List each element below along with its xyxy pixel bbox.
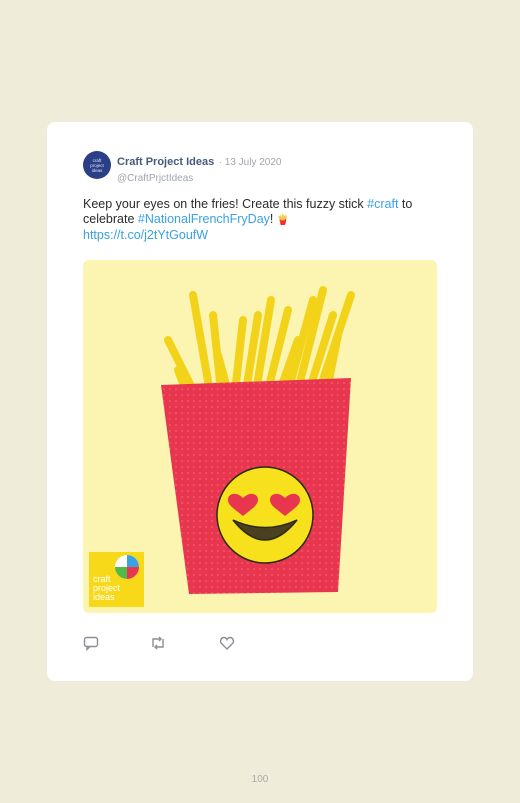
page-number: 100	[251, 774, 269, 785]
avatar[interactable]: craft project ideas	[83, 151, 111, 179]
hashtag-craft[interactable]: #craft	[367, 197, 398, 211]
heart-icon[interactable]	[219, 635, 235, 656]
author-name[interactable]: Craft Project Ideas	[117, 156, 214, 168]
watermark-logo: craft project ideas	[89, 552, 144, 607]
tweet-text: Keep your eyes on the fries! Create this…	[83, 197, 443, 243]
retweet-icon[interactable]	[149, 635, 167, 656]
author-handle[interactable]: @CraftPrjctIdeas	[117, 173, 281, 184]
reply-icon[interactable]	[83, 635, 99, 656]
fries-emoji: 🍟	[276, 215, 290, 226]
hashtag-national-french-fry-day[interactable]: #NationalFrenchFryDay	[138, 212, 270, 226]
tweet-image[interactable]: craft project ideas	[83, 260, 437, 613]
avatar-text-3: ideas	[91, 167, 103, 173]
tweet-text-part3: !	[269, 212, 277, 226]
watermark-line-3: ideas	[93, 592, 115, 602]
tweet-date[interactable]: · 13 July 2020	[219, 157, 282, 168]
tweet-meta: Craft Project Ideas · 13 July 2020 @Craf…	[117, 152, 281, 184]
smiley-face	[216, 466, 314, 564]
tweet-text-part1: Keep your eyes on the fries! Create this…	[83, 197, 368, 211]
tweet-card: craft project ideas Craft Project Ideas …	[47, 122, 473, 681]
tweet-link[interactable]: https://t.co/j2tYtGoufW	[83, 228, 208, 242]
